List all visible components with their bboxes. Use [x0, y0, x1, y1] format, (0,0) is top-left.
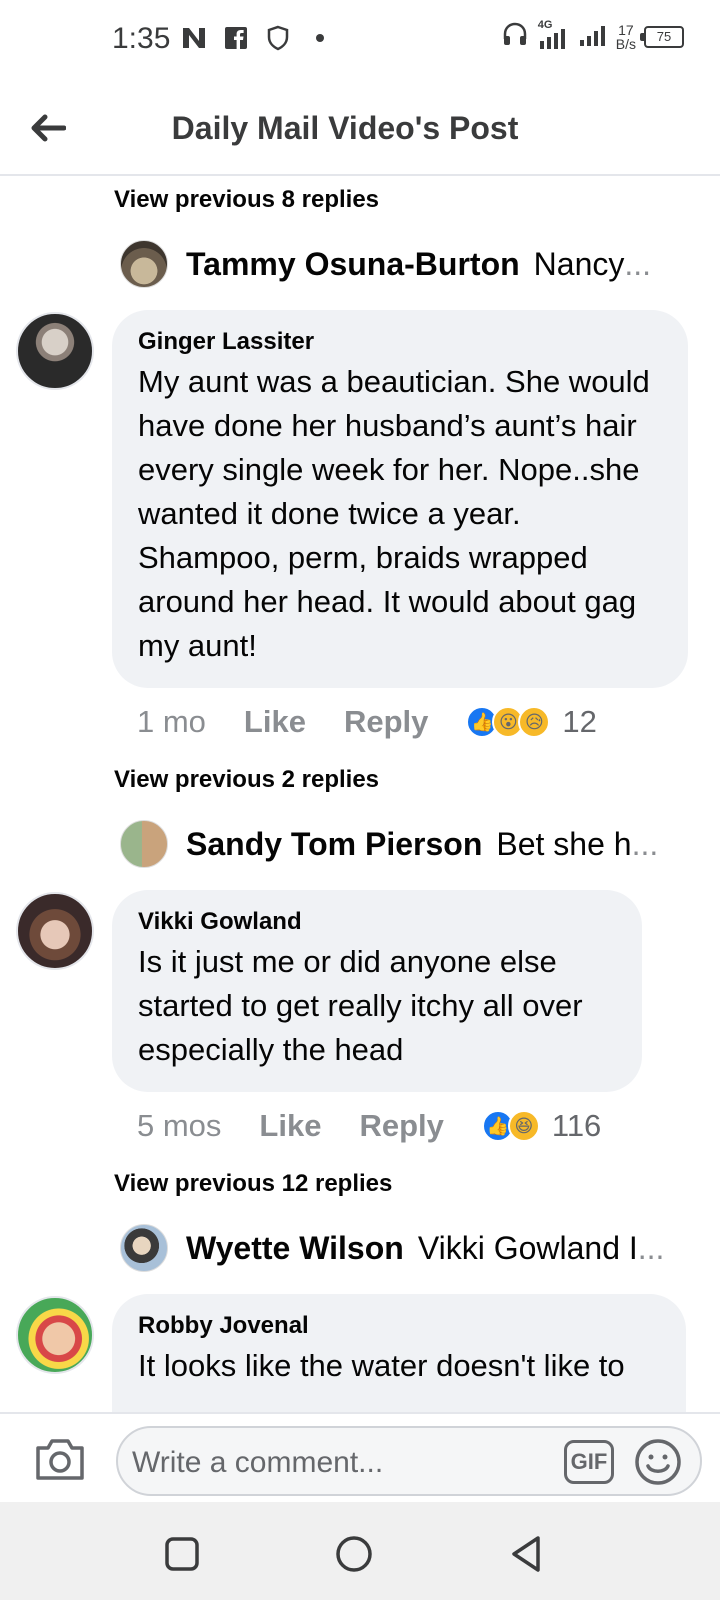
gif-button[interactable]: GIF	[564, 1440, 614, 1484]
reply-preview[interactable]: Wyette Wilson Vikki Gowland I...	[120, 1224, 680, 1272]
page-title: Daily Mail Video's Post	[171, 110, 519, 146]
comment-text: Is it just me or did anyone else started…	[138, 944, 583, 1067]
n-notification-icon	[180, 24, 208, 52]
haha-reaction-icon: 😆	[507, 1110, 540, 1142]
avatar[interactable]	[16, 312, 94, 390]
reply-snippet: Vikki Gowland I	[417, 1229, 638, 1266]
camera-button[interactable]	[34, 1436, 86, 1482]
status-time: 1:35	[112, 22, 171, 55]
comment-bubble[interactable]: Robby Jovenal It looks like the water do…	[112, 1294, 686, 1412]
view-previous-replies-link[interactable]: View previous 12 replies	[114, 1170, 392, 1198]
reaction-count[interactable]: 12	[562, 704, 596, 740]
reply-button[interactable]: Reply	[344, 704, 428, 740]
comment-actions: 5 mos Like Reply 👍 😆 116	[137, 1108, 601, 1144]
smiley-icon	[635, 1439, 681, 1485]
status-notification-icons	[180, 24, 334, 52]
view-previous-replies-link[interactable]: View previous 2 replies	[114, 766, 379, 794]
reply-button[interactable]: Reply	[359, 1108, 443, 1144]
sad-reaction-icon: 😥	[518, 706, 551, 738]
comment-timestamp[interactable]: 5 mos	[137, 1108, 221, 1144]
reply-author[interactable]: Wyette Wilson	[186, 1230, 404, 1267]
comment-actions: 1 mo Like Reply 👍 😮 😥 12	[137, 704, 597, 740]
comment-text: It looks like the water doesn't like to	[138, 1348, 625, 1383]
comment-text: My aunt was a beautician. She would have…	[138, 364, 650, 663]
network-speed: 17 B/s	[615, 21, 636, 52]
comment-placeholder: Write a comment...	[132, 1446, 384, 1479]
triangle-back-icon	[512, 1536, 540, 1572]
reply-snippet: Bet she h	[496, 825, 632, 862]
avatar[interactable]	[120, 240, 168, 288]
dot-icon	[306, 24, 334, 52]
back-nav-button[interactable]	[506, 1534, 546, 1574]
emoji-button[interactable]	[634, 1438, 682, 1486]
reply-author[interactable]: Tammy Osuna-Burton	[186, 246, 520, 283]
like-button[interactable]: Like	[244, 704, 306, 740]
comment-author[interactable]: Ginger Lassiter	[138, 328, 662, 356]
shield-icon	[264, 24, 292, 52]
comment-composer: Write a comment... GIF	[0, 1412, 720, 1502]
comment-author[interactable]: Vikki Gowland	[138, 908, 616, 936]
like-button[interactable]: Like	[259, 1108, 321, 1144]
headphones-icon	[502, 21, 528, 52]
comment-bubble[interactable]: Vikki Gowland Is it just me or did anyon…	[112, 890, 642, 1092]
comment-author[interactable]: Robby Jovenal	[138, 1312, 660, 1340]
camera-icon	[36, 1439, 84, 1480]
comment-timestamp[interactable]: 1 mo	[137, 704, 206, 740]
facebook-notification-icon	[222, 24, 250, 52]
status-bar: 1:35 4G 17 B/s 75	[0, 0, 720, 80]
avatar[interactable]	[120, 1224, 168, 1272]
reply-preview[interactable]: Sandy Tom Pierson Bet she h...	[120, 820, 680, 868]
comments-feed[interactable]: View previous 8 replies Tammy Osuna-Burt…	[0, 176, 720, 1412]
status-system-icons: 4G 17 B/s 75	[502, 19, 684, 53]
reaction-count[interactable]: 116	[552, 1108, 601, 1144]
reply-snippet: Nancy	[533, 245, 625, 282]
battery-icon: 75	[640, 25, 684, 48]
circle-icon	[336, 1536, 372, 1572]
reactions-summary[interactable]: 👍 😆	[481, 1110, 540, 1142]
recents-button[interactable]	[162, 1534, 202, 1574]
view-previous-replies-link[interactable]: View previous 8 replies	[114, 186, 379, 214]
comment-bubble[interactable]: Ginger Lassiter My aunt was a beautician…	[112, 310, 688, 688]
system-navigation-bar	[0, 1502, 720, 1600]
avatar[interactable]	[16, 1296, 94, 1374]
reply-preview[interactable]: Tammy Osuna-Burton Nancy...	[120, 240, 680, 288]
comment-input[interactable]: Write a comment... GIF	[116, 1426, 702, 1496]
signal-icon	[578, 20, 608, 53]
reply-author[interactable]: Sandy Tom Pierson	[186, 826, 482, 863]
signal-4g-icon: 4G	[536, 19, 570, 51]
reactions-summary[interactable]: 👍 😮 😥	[466, 706, 551, 738]
avatar[interactable]	[120, 820, 168, 868]
avatar[interactable]	[16, 892, 94, 970]
square-icon	[165, 1537, 199, 1571]
home-button[interactable]	[334, 1534, 374, 1574]
post-header: Daily Mail Video's Post	[0, 80, 720, 176]
